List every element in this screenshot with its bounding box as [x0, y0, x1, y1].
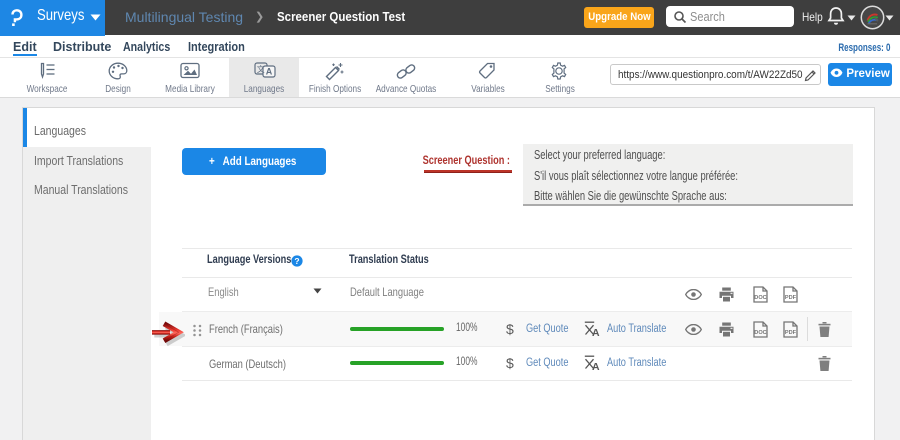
svg-text:DOC: DOC	[754, 295, 766, 301]
svg-text:DOC: DOC	[754, 330, 766, 336]
svg-text:A: A	[592, 327, 600, 337]
svg-text:PDF: PDF	[785, 330, 797, 336]
svg-text:A: A	[592, 361, 600, 371]
svg-text:?: ?	[294, 256, 299, 266]
svg-text:文: 文	[256, 64, 264, 74]
svg-text:PDF: PDF	[785, 295, 797, 301]
svg-text:A: A	[265, 67, 272, 77]
